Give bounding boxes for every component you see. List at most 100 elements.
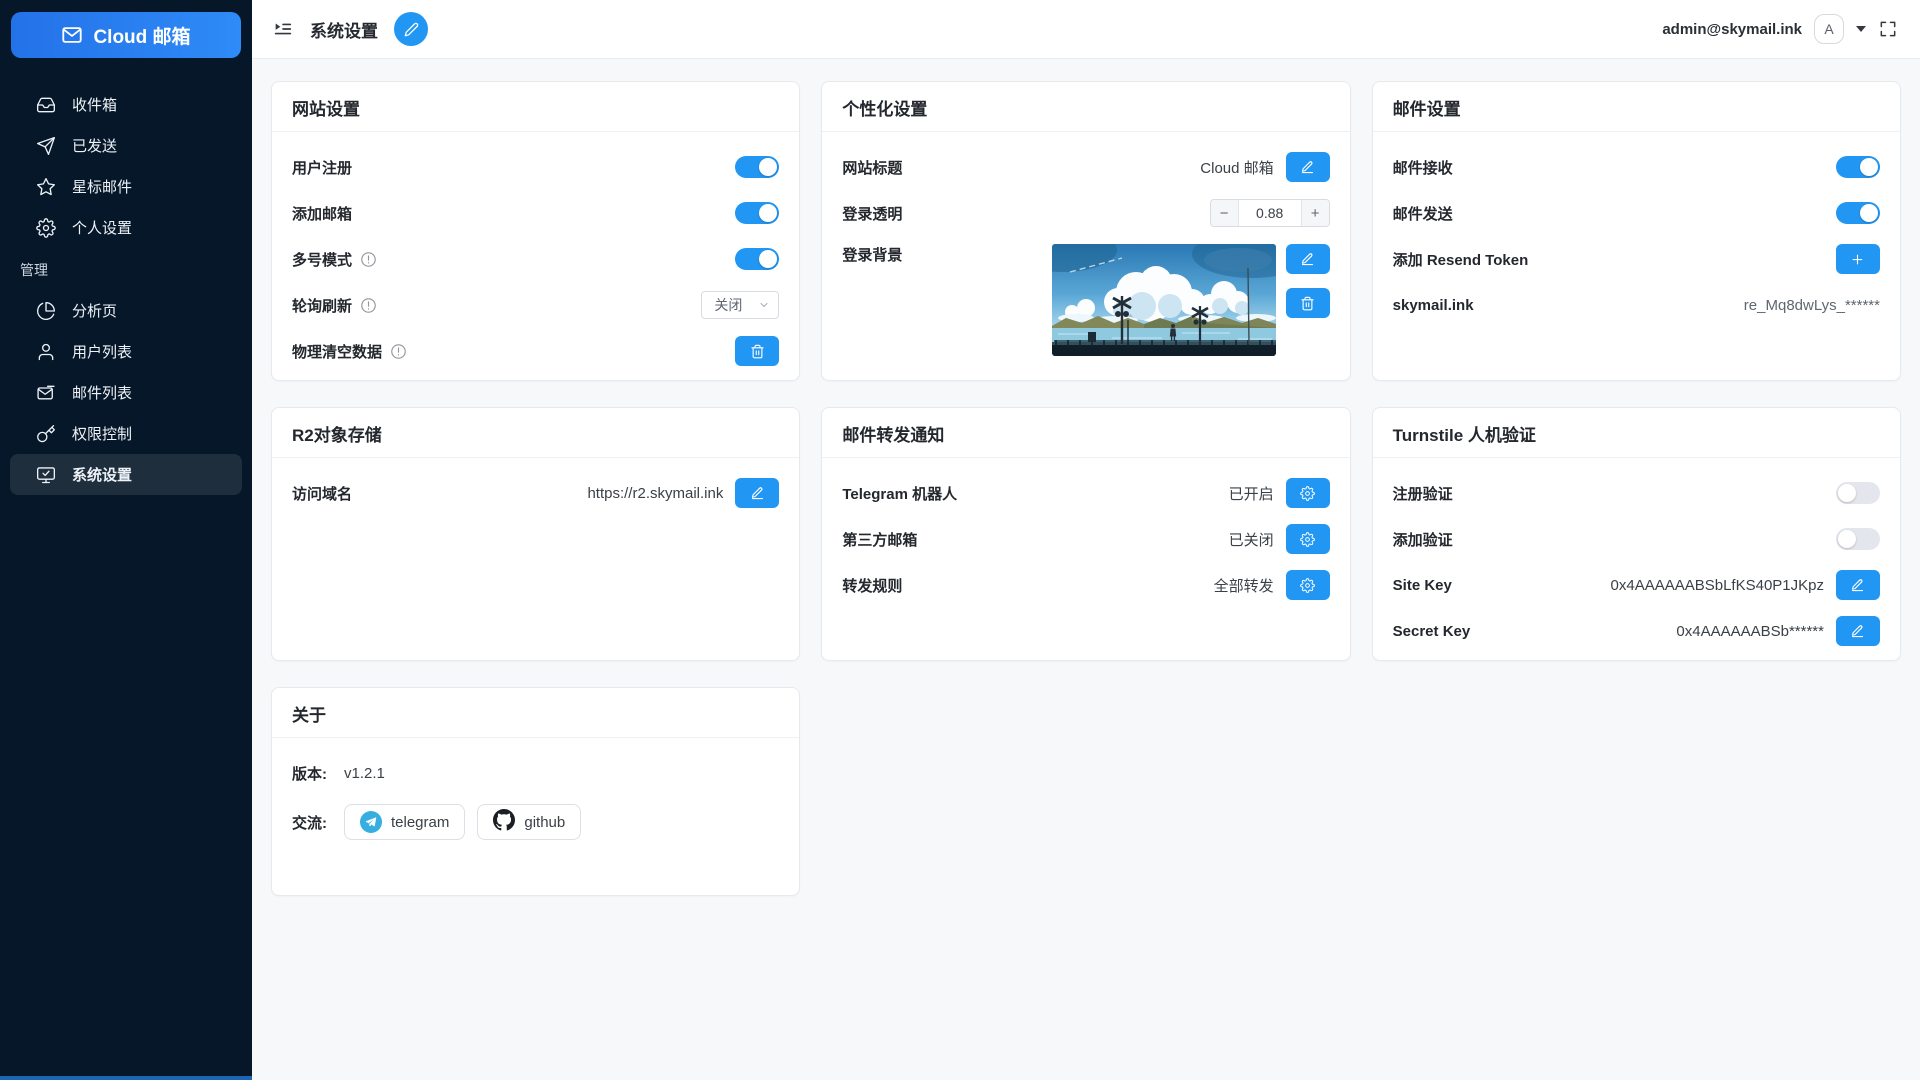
- setting-row: 邮件接收: [1393, 152, 1880, 182]
- multi-account-toggle[interactable]: [735, 248, 779, 270]
- polling-refresh-select[interactable]: 关闭: [701, 291, 779, 319]
- sidebar-item-label: 收件箱: [72, 94, 117, 115]
- increase-button[interactable]: +: [1301, 200, 1329, 226]
- mail-receive-toggle[interactable]: [1836, 156, 1880, 178]
- add-resend-token-button[interactable]: [1836, 244, 1880, 274]
- card-r2-storage: R2对象存储 访问域名 https://r2.skymail.ink: [271, 407, 800, 661]
- setting-row: Site Key 0x4AAAAAABSbLfKS40P1JKpz: [1393, 570, 1880, 600]
- telegram-icon: [360, 811, 382, 833]
- edit-site-title-button[interactable]: [1286, 152, 1330, 182]
- forward-rule-settings-button[interactable]: [1286, 570, 1330, 600]
- setting-row: 添加邮箱: [292, 198, 779, 228]
- purge-data-button[interactable]: [735, 336, 779, 366]
- sidebar-item-inbox[interactable]: 收件箱: [10, 84, 242, 125]
- sidebar-item-mail-list[interactable]: 邮件列表: [10, 372, 242, 413]
- user-icon: [36, 342, 56, 362]
- edit-secret-key-button[interactable]: [1836, 616, 1880, 646]
- plus-icon: [1850, 252, 1865, 267]
- setting-label: 第三方邮箱: [842, 529, 917, 550]
- card-forward-notify: 邮件转发通知 Telegram 机器人 已开启 第三方邮箱 已关闭: [821, 407, 1350, 661]
- setting-label: 添加邮箱: [292, 203, 352, 224]
- info-icon[interactable]: [390, 343, 407, 360]
- delete-background-button[interactable]: [1286, 288, 1330, 318]
- card-about: 关于 版本: v1.2.1 交流: telegram: [271, 687, 800, 896]
- telegram-link-button[interactable]: telegram: [344, 804, 465, 840]
- login-opacity-stepper: − +: [1210, 199, 1330, 227]
- fullscreen-icon[interactable]: [1878, 19, 1898, 39]
- sidebar-item-sent[interactable]: 已发送: [10, 125, 242, 166]
- setting-row: 网站标题 Cloud 邮箱: [842, 152, 1329, 182]
- version-row: 版本: v1.2.1: [292, 758, 779, 788]
- trash-icon: [1300, 296, 1315, 311]
- add-verify-toggle[interactable]: [1836, 528, 1880, 550]
- sidebar-item-permissions[interactable]: 权限控制: [10, 413, 242, 454]
- edit-background-button[interactable]: [1286, 244, 1330, 274]
- mail-list-icon: [36, 383, 56, 403]
- page-title: 系统设置: [310, 17, 378, 42]
- setting-row: 注册验证: [1393, 478, 1880, 508]
- brand-name: Cloud 邮箱: [93, 22, 190, 49]
- add-mailbox-toggle[interactable]: [735, 202, 779, 224]
- edit-icon: [1300, 160, 1315, 175]
- mail-icon: [61, 24, 83, 46]
- setting-row: 第三方邮箱 已关闭: [842, 524, 1329, 554]
- setting-label: 转发规则: [842, 575, 902, 596]
- edit-site-key-button[interactable]: [1836, 570, 1880, 600]
- card-title: 个性化设置: [822, 82, 1349, 132]
- site-key-value: 0x4AAAAAABSbLfKS40P1JKpz: [1611, 577, 1824, 594]
- setting-label: 邮件接收: [1393, 157, 1453, 178]
- sidebar-item-users[interactable]: 用户列表: [10, 331, 242, 372]
- mail-send-toggle[interactable]: [1836, 202, 1880, 224]
- third-party-settings-button[interactable]: [1286, 524, 1330, 554]
- sidebar-item-analytics[interactable]: 分析页: [10, 290, 242, 331]
- setting-label: 访问域名: [292, 483, 352, 504]
- sidebar-item-starred[interactable]: 星标邮件: [10, 166, 242, 207]
- sidebar: Cloud 邮箱 收件箱 已发送 星标邮件 个人设置 管理 分析页 用户列表 邮…: [0, 0, 252, 1080]
- avatar[interactable]: A: [1814, 14, 1844, 44]
- site-title-value: Cloud 邮箱: [1200, 157, 1273, 178]
- telegram-settings-button[interactable]: [1286, 478, 1330, 508]
- edit-icon: [750, 486, 765, 501]
- telegram-link-label: telegram: [391, 814, 449, 831]
- setting-label: 网站标题: [842, 157, 902, 178]
- top-bar: 系统设置 admin@skymail.ink A: [252, 0, 1920, 59]
- sidebar-item-system-settings[interactable]: 系统设置: [10, 454, 242, 495]
- github-link-button[interactable]: github: [477, 804, 581, 840]
- sidebar-bottom-accent: [0, 1076, 252, 1080]
- trash-icon: [750, 344, 765, 359]
- opacity-input[interactable]: [1239, 200, 1301, 226]
- setting-label: 多号模式: [292, 249, 352, 270]
- user-register-toggle[interactable]: [735, 156, 779, 178]
- contact-label: 交流:: [292, 812, 344, 833]
- sidebar-item-label: 邮件列表: [72, 382, 132, 403]
- version-value: v1.2.1: [344, 765, 385, 782]
- setting-label: Site Key: [1393, 577, 1452, 594]
- r2-domain-value: https://r2.skymail.ink: [587, 485, 723, 502]
- edit-icon: [1300, 252, 1315, 267]
- setting-label: Secret Key: [1393, 623, 1471, 640]
- forward-rule-value: 全部转发: [1214, 575, 1274, 596]
- info-icon[interactable]: [360, 297, 377, 314]
- sidebar-item-label: 已发送: [72, 135, 117, 156]
- decrease-button[interactable]: −: [1211, 200, 1239, 226]
- third-party-status: 已关闭: [1229, 529, 1274, 550]
- contact-row: 交流: telegram github: [292, 804, 779, 840]
- settings-grid: 网站设置 用户注册 添加邮箱 多号模式: [252, 59, 1920, 918]
- sidebar-collapse-icon[interactable]: [272, 18, 294, 40]
- main-area: 系统设置 admin@skymail.ink A 网站设置 用户注册 添加邮箱: [252, 0, 1920, 1080]
- gear-icon: [1300, 578, 1315, 593]
- edit-r2-domain-button[interactable]: [735, 478, 779, 508]
- sidebar-item-personal-settings[interactable]: 个人设置: [10, 207, 242, 248]
- card-website-settings: 网站设置 用户注册 添加邮箱 多号模式: [271, 81, 800, 381]
- chevron-down-icon[interactable]: [1856, 26, 1866, 32]
- telegram-status: 已开启: [1229, 483, 1274, 504]
- card-title: Turnstile 人机验证: [1373, 408, 1900, 458]
- edit-page-button[interactable]: [394, 12, 428, 46]
- sidebar-item-label: 分析页: [72, 300, 117, 321]
- brand-logo[interactable]: Cloud 邮箱: [11, 12, 241, 58]
- register-verify-toggle[interactable]: [1836, 482, 1880, 504]
- info-icon[interactable]: [360, 251, 377, 268]
- setting-label: 轮询刷新: [292, 295, 352, 316]
- setting-row: 用户注册: [292, 152, 779, 182]
- setting-row: 邮件发送: [1393, 198, 1880, 228]
